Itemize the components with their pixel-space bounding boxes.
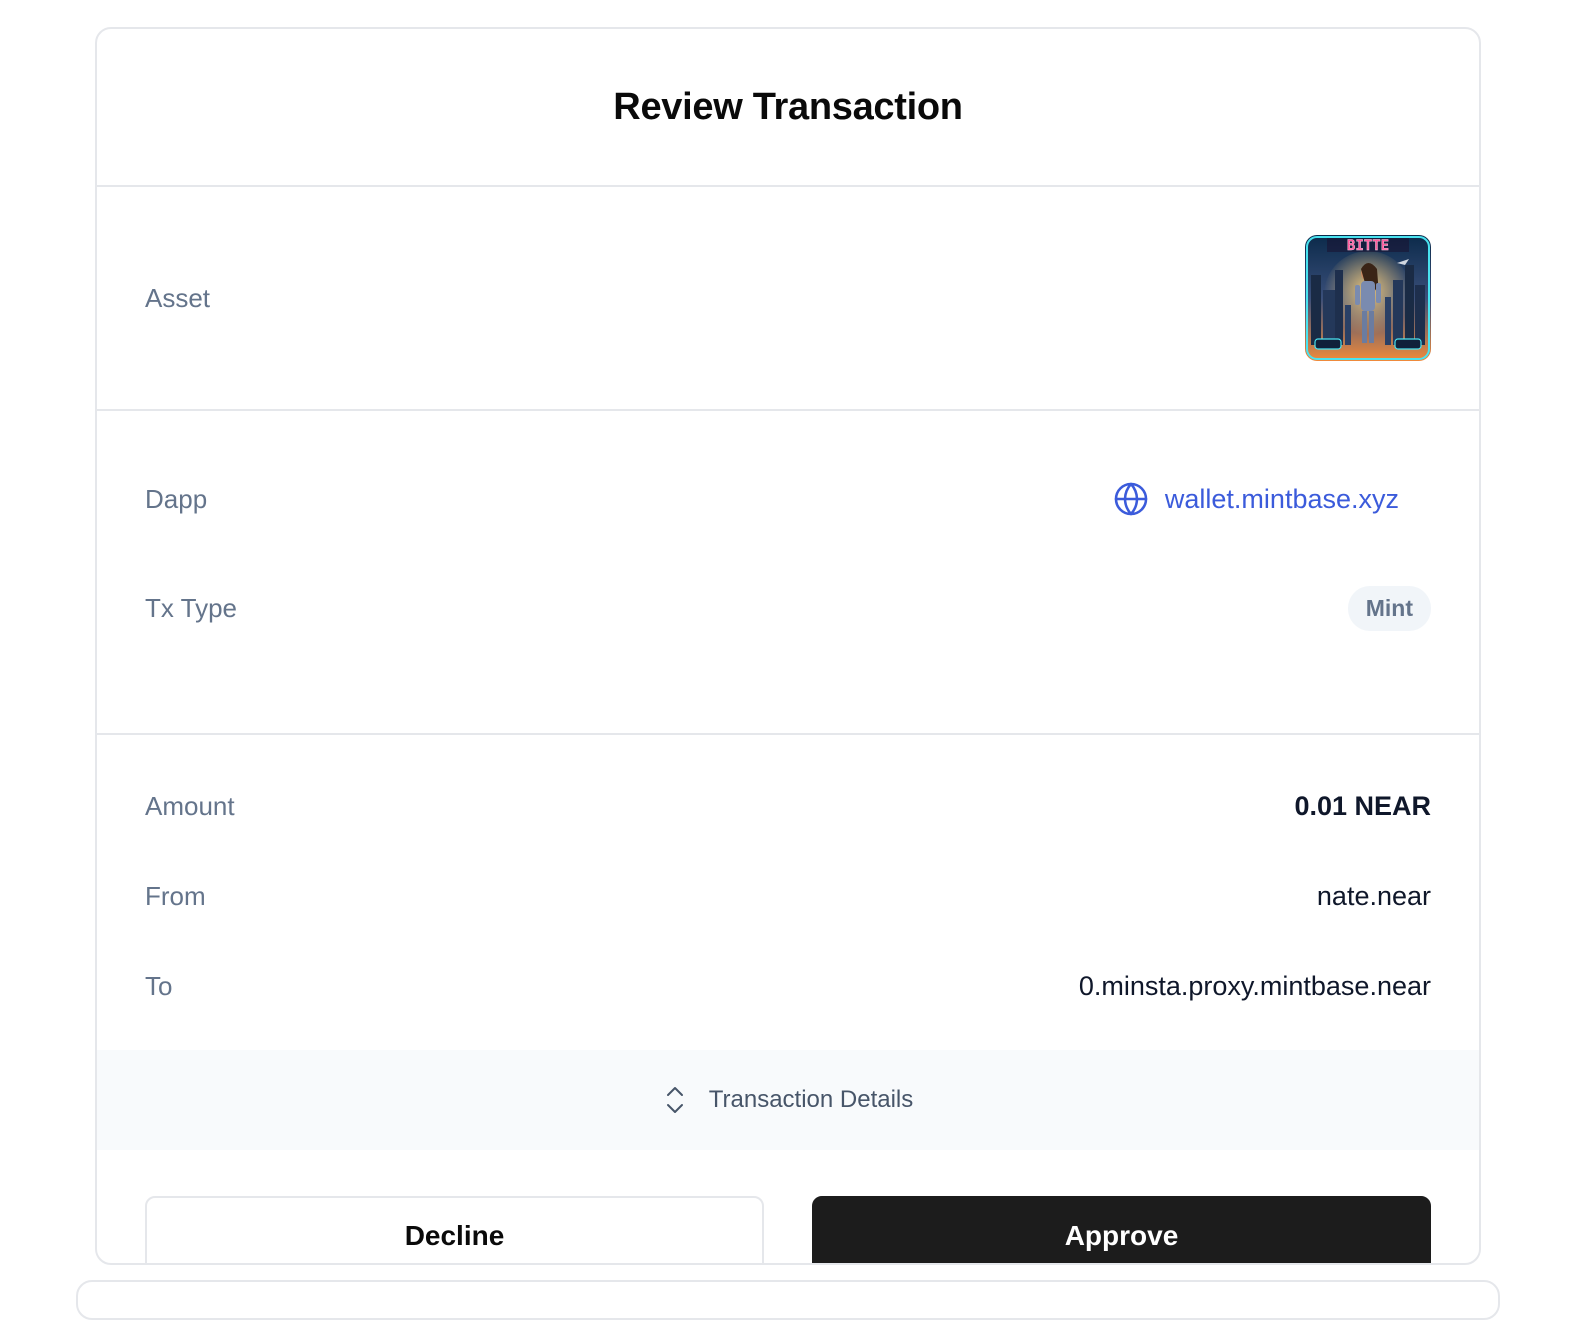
amount-row: Amount 0.01 NEAR	[145, 761, 1431, 851]
to-row: To 0.minsta.proxy.mintbase.near	[145, 941, 1431, 1031]
tx-type-badge: Mint	[1347, 585, 1431, 631]
transaction-details-toggle[interactable]: Transaction Details	[97, 1050, 1479, 1150]
from-label: From	[145, 880, 206, 911]
to-label: To	[145, 970, 173, 1001]
from-value: nate.near	[1316, 880, 1431, 911]
dapp-url: wallet.mintbase.xyz	[1164, 483, 1399, 514]
amount-value: 0.01 NEAR	[1294, 790, 1431, 821]
approve-button[interactable]: Approve	[812, 1196, 1431, 1263]
tx-type-row: Tx Type Mint	[145, 576, 1431, 640]
amount-label: Amount	[145, 790, 235, 821]
to-value: 0.minsta.proxy.mintbase.near	[1078, 970, 1431, 1001]
amount-section: Amount 0.01 NEAR From nate.near To 0.min…	[97, 735, 1479, 1050]
asset-section: Asset BITTE	[97, 187, 1479, 411]
asset-thumbnail: BITTE	[1305, 235, 1431, 361]
tx-type-label: Tx Type	[145, 592, 238, 623]
dapp-section: Dapp wallet.mintbase.xyz Tx Type Mint	[97, 467, 1479, 735]
dapp-label: Dapp	[145, 483, 208, 514]
review-transaction-card: Review Transaction Asset BITTE Dapp wall…	[95, 27, 1481, 1265]
asset-row: Asset BITTE	[145, 235, 1431, 361]
action-buttons: Decline Approve	[97, 1150, 1479, 1263]
transaction-details-label: Transaction Details	[708, 1086, 914, 1113]
chevrons-up-down-icon	[666, 1087, 683, 1113]
next-card-edge	[76, 1280, 1500, 1320]
dapp-row: Dapp wallet.mintbase.xyz	[145, 467, 1431, 531]
svg-text:BITTE: BITTE	[1347, 238, 1389, 254]
from-row: From nate.near	[145, 851, 1431, 941]
asset-label: Asset	[145, 282, 211, 313]
dapp-link[interactable]: wallet.mintbase.xyz	[1113, 481, 1399, 517]
decline-button[interactable]: Decline	[145, 1196, 764, 1263]
dialog-header: Review Transaction	[97, 29, 1479, 187]
globe-icon	[1114, 482, 1148, 516]
dialog-title: Review Transaction	[613, 85, 963, 128]
